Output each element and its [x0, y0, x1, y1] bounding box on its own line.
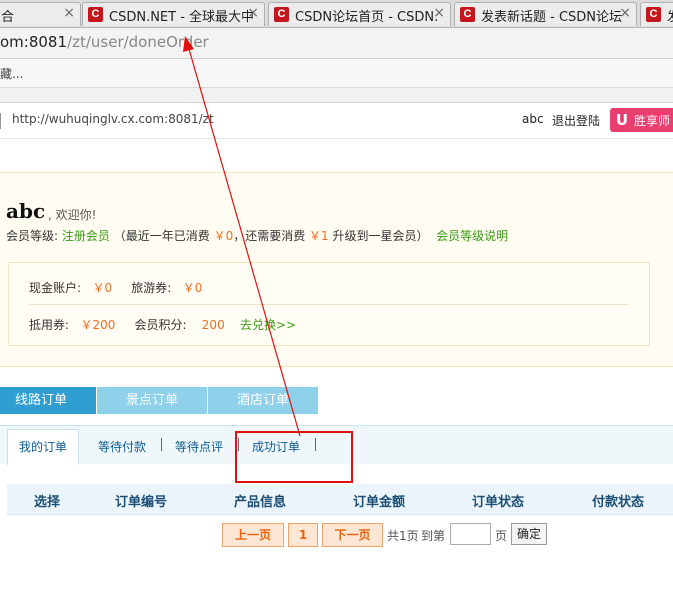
column-header-select: 选择: [34, 495, 61, 510]
confirm-button[interactable]: 确定: [511, 523, 547, 545]
browser-tab-bar: 合 × C CSDN.NET - 全球最大中 × C CSDN论坛首页 - CS…: [0, 0, 673, 28]
tab-route-orders[interactable]: 线路订单: [0, 387, 96, 414]
spent-amount: ￥0: [213, 229, 234, 243]
browser-tab[interactable]: C 发表新话题 - CSDN论坛 ×: [454, 2, 637, 26]
tab-title: 发表新话题 - CSDN论坛: [481, 10, 623, 25]
total-pages-text: 共1页: [387, 529, 419, 543]
level-text: 升级到一星会员）: [332, 229, 429, 243]
page-number-button[interactable]: 1: [288, 523, 318, 547]
u-logo-icon: U: [615, 111, 629, 129]
member-name: abc: [6, 199, 46, 223]
level-text: ，还需要消费: [233, 229, 306, 243]
goto-text: 到第: [421, 529, 446, 543]
close-icon[interactable]: ×: [619, 5, 631, 21]
cash-label: 现金账户:: [29, 281, 82, 295]
site-url[interactable]: http://wuhuqinglv.cx.com:8081/zt: [12, 112, 214, 126]
browser-tab[interactable]: C CSDN论坛首页 - CSDN. ×: [268, 2, 451, 26]
promo-button[interactable]: U 胜享师: [610, 108, 673, 132]
level-label: 会员等级:: [6, 229, 59, 243]
divider: [161, 438, 162, 451]
browser-tab[interactable]: C 发: [640, 2, 673, 26]
site-top-bar: http://wuhuqinglv.cx.com:8081/zt abc 退出登…: [0, 103, 673, 139]
page-unit-text: 页: [495, 529, 508, 543]
csdn-favicon-icon: C: [460, 7, 475, 22]
points-label: 会员积分:: [134, 318, 187, 332]
column-header-order-no: 订单编号: [115, 495, 168, 510]
level-value: 注册会员: [61, 229, 110, 243]
order-table-header: 选择 订单编号 产品信息 订单金额 订单状态 付款状态: [7, 484, 673, 515]
voucher-label: 抵用券:: [29, 318, 70, 332]
csdn-favicon-icon: C: [88, 7, 103, 22]
member-level-line: 会员等级: 注册会员 （最近一年已消费 ￥0，还需要消费 ￥1 升级到一星会员）…: [6, 227, 508, 244]
address-url[interactable]: om:8081/zt/user/doneOrder: [0, 33, 209, 51]
divider: [29, 304, 629, 305]
balance-row: 现金账户: ￥0 旅游券: ￥0: [29, 279, 202, 296]
welcome-text: , 欢迎你!: [48, 208, 97, 222]
address-host: om:8081: [0, 33, 68, 51]
username-link[interactable]: abc: [522, 112, 544, 126]
level-text: （最近一年已消费: [113, 229, 210, 243]
travel-value: ￥0: [182, 281, 203, 295]
next-page-button[interactable]: 下一页: [322, 523, 383, 547]
tab-title: CSDN.NET - 全球最大中: [109, 10, 255, 25]
address-path: /zt/user/doneOrder: [67, 33, 209, 51]
tab-hotel-orders[interactable]: 酒店订单: [208, 387, 318, 414]
needed-amount: ￥1: [309, 229, 329, 243]
annotation-highlight-box: [235, 431, 353, 483]
column-header-order-status: 订单状态: [472, 495, 525, 510]
close-icon[interactable]: ×: [63, 5, 75, 21]
bookmark-item[interactable]: 藏...: [0, 65, 23, 82]
column-header-product: 产品信息: [234, 495, 287, 510]
voucher-row: 抵用券: ￥200 会员积分: 200 去兑换>>: [29, 316, 296, 333]
tab-title: 合: [1, 10, 15, 25]
promo-label: 胜享师: [634, 114, 671, 128]
cash-value: ￥0: [92, 281, 113, 295]
tab-my-orders[interactable]: 我的订单: [7, 429, 79, 465]
member-info-panel: abc , 欢迎你! 会员等级: 注册会员 （最近一年已消费 ￥0，还需要消费 …: [0, 172, 673, 367]
toolbar-strip: [0, 88, 673, 103]
divider: [0, 113, 1, 129]
level-help-link[interactable]: 会员等级说明: [436, 229, 508, 243]
travel-label: 旅游券:: [131, 281, 172, 295]
tab-scenic-orders[interactable]: 景点订单: [97, 387, 207, 414]
column-header-amount: 订单金额: [353, 495, 406, 510]
close-icon[interactable]: ×: [247, 5, 259, 21]
csdn-favicon-icon: C: [646, 7, 661, 22]
tab-awaiting-review[interactable]: 等待点评: [175, 438, 223, 455]
tab-awaiting-payment[interactable]: 等待付款: [98, 438, 146, 455]
bookmarks-bar: 藏...: [0, 59, 673, 88]
redeem-link[interactable]: 去兑换>>: [240, 318, 296, 332]
account-box: 现金账户: ￥0 旅游券: ￥0 抵用券: ￥200 会员积分: 200 去兑换…: [8, 262, 650, 346]
address-bar[interactable]: om:8081/zt/user/doneOrder: [0, 28, 673, 59]
close-icon[interactable]: ×: [433, 5, 445, 21]
tab-title: CSDN论坛首页 - CSDN.: [295, 10, 439, 25]
logout-link[interactable]: 退出登陆: [552, 112, 600, 129]
points-value: 200: [201, 318, 225, 332]
prev-page-button[interactable]: 上一页: [222, 523, 284, 547]
page-number-input[interactable]: [450, 523, 491, 545]
browser-tab[interactable]: 合 ×: [0, 2, 81, 26]
column-header-payment-status: 付款状态: [592, 495, 645, 510]
voucher-value: ￥200: [80, 318, 116, 332]
tab-title: 发: [667, 6, 673, 25]
csdn-favicon-icon: C: [274, 7, 289, 22]
browser-tab[interactable]: C CSDN.NET - 全球最大中 ×: [82, 2, 265, 26]
